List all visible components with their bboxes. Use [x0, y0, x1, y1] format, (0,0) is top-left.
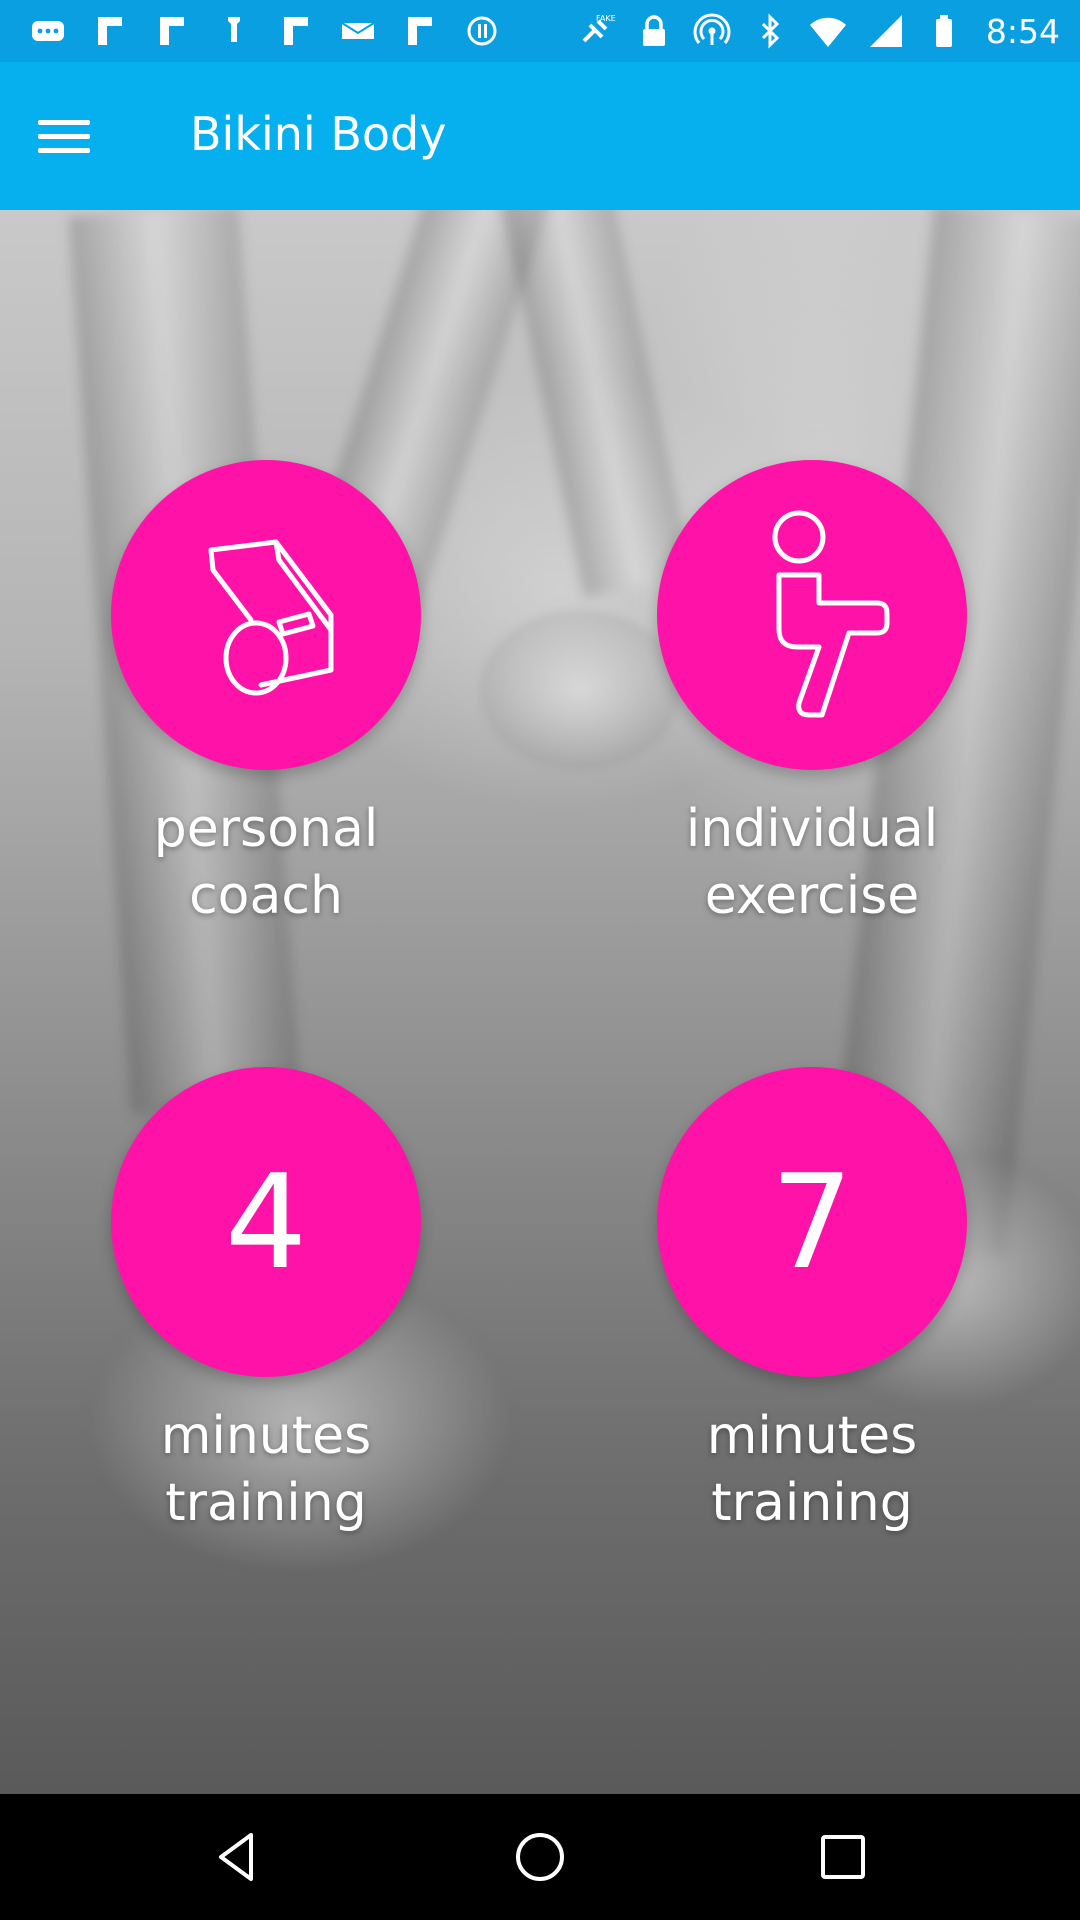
flipboard-icon: [98, 17, 122, 45]
whistle-icon: [208, 539, 334, 696]
notification-icons: [28, 10, 502, 52]
home-button[interactable]: [495, 1822, 585, 1892]
page-title: Bikini Body: [190, 107, 447, 161]
flipboard-icon: [160, 17, 184, 45]
hamburger-menu-icon[interactable]: [38, 106, 108, 166]
app-bar: Bikini Body: [0, 62, 1080, 210]
personal-coach-circle[interactable]: [111, 460, 421, 770]
gps-fake-icon: FAKE: [582, 14, 616, 43]
recents-icon: [821, 1835, 865, 1879]
status-bar: FAKE 8:54: [0, 0, 1080, 62]
lock-icon: [642, 15, 665, 46]
tile-label: minutes training: [706, 1406, 918, 1533]
individual-exercise-circle[interactable]: [657, 460, 967, 770]
svg-text:FAKE: FAKE: [596, 14, 616, 23]
background-photo: [0, 210, 1080, 1794]
hotspot-icon: [693, 13, 731, 45]
flipboard-icon: [408, 17, 432, 45]
wifi-icon: [809, 17, 846, 47]
tile-label: individual exercise: [685, 799, 939, 926]
back-button[interactable]: [192, 1822, 282, 1892]
tile-label: minutes training: [160, 1406, 372, 1533]
bluetooth-icon: [761, 13, 780, 49]
status-time: 8:54: [985, 11, 1060, 51]
seven-minutes-circle[interactable]: 7: [657, 1067, 967, 1377]
tile-label: personal coach: [153, 799, 379, 926]
home-icon: [516, 1833, 564, 1881]
seven-minutes-training-tile[interactable]: 7 minutes training: [652, 1067, 972, 1537]
messaging-icon: [32, 21, 64, 41]
battery-icon: [935, 15, 952, 47]
flipboard-icon: [284, 17, 308, 45]
personal-coach-tile[interactable]: personal coach: [106, 460, 426, 930]
settings-app-icon: [228, 17, 240, 42]
minutes-number: 7: [770, 1146, 854, 1298]
email-icon: [341, 22, 375, 39]
back-icon: [219, 1833, 253, 1881]
four-minutes-circle[interactable]: 4: [111, 1067, 421, 1377]
individual-exercise-tile[interactable]: individual exercise: [652, 460, 972, 930]
navigation-bar: [0, 1794, 1080, 1920]
media-icon: [467, 16, 497, 46]
four-minutes-training-tile[interactable]: 4 minutes training: [106, 1067, 426, 1537]
signal-icon: [869, 15, 902, 47]
sitting-person-icon: [772, 510, 890, 718]
minutes-number: 4: [224, 1146, 308, 1298]
recents-button[interactable]: [798, 1822, 888, 1892]
system-icons: FAKE 8:54: [576, 8, 1060, 54]
